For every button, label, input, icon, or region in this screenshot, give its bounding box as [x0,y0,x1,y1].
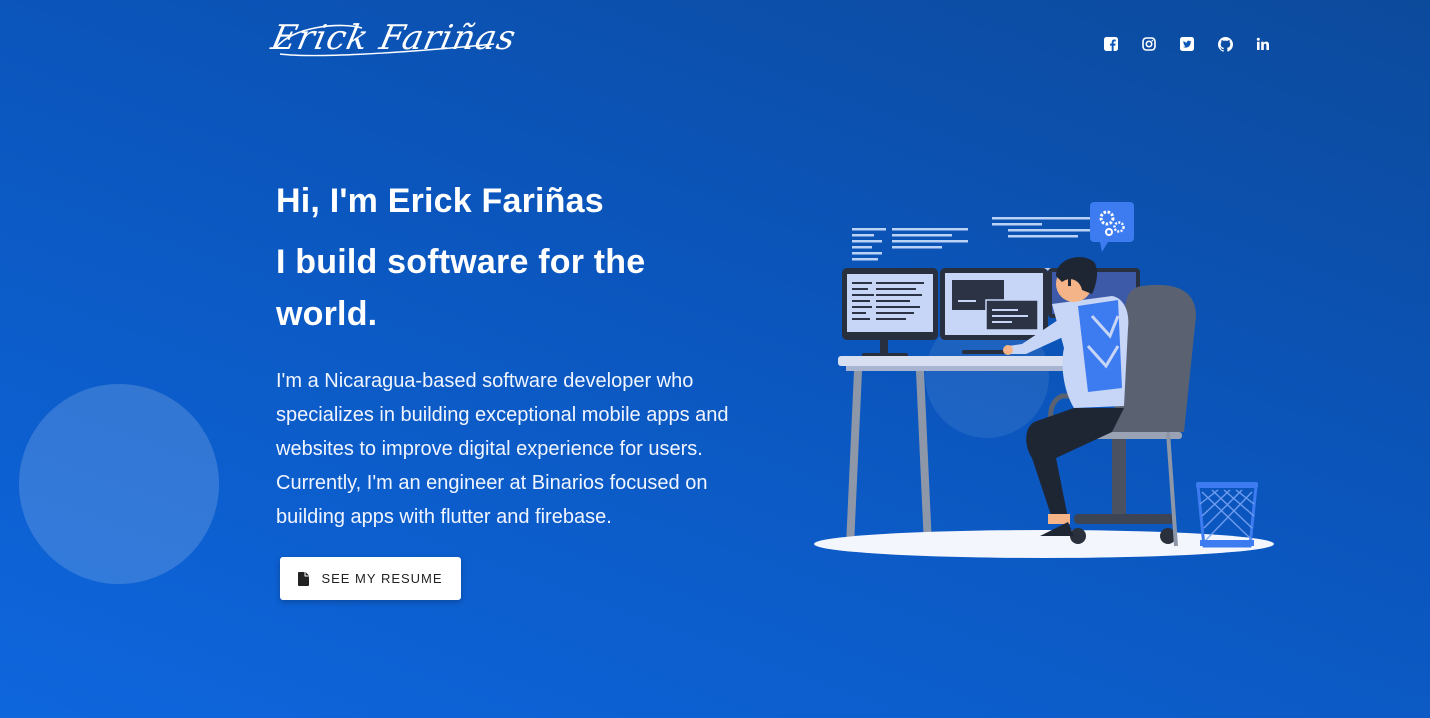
logo-flourish-icon [275,24,495,57]
github-icon[interactable] [1216,35,1234,53]
resume-button-label: SEE MY RESUME [321,571,443,586]
facebook-icon[interactable] [1102,35,1120,53]
see-resume-button[interactable]: SEE MY RESUME [280,557,461,600]
instagram-icon[interactable] [1140,35,1158,53]
headline: I build software for the world. [276,243,646,333]
linkedin-icon[interactable] [1254,35,1272,53]
hero-text: Hi, I'm Erick Fariñas I build software f… [276,178,746,534]
social-links [1102,35,1272,53]
bio-paragraph: I'm a Nicaragua-based software developer… [276,370,729,528]
twitter-icon[interactable] [1178,35,1196,53]
decorative-circle [19,384,219,584]
logo[interactable]: Erick Fariñas [268,14,520,70]
developer-illustration [814,202,1274,558]
greeting-heading: Hi, I'm Erick Fariñas [276,182,604,220]
file-icon [298,571,310,586]
